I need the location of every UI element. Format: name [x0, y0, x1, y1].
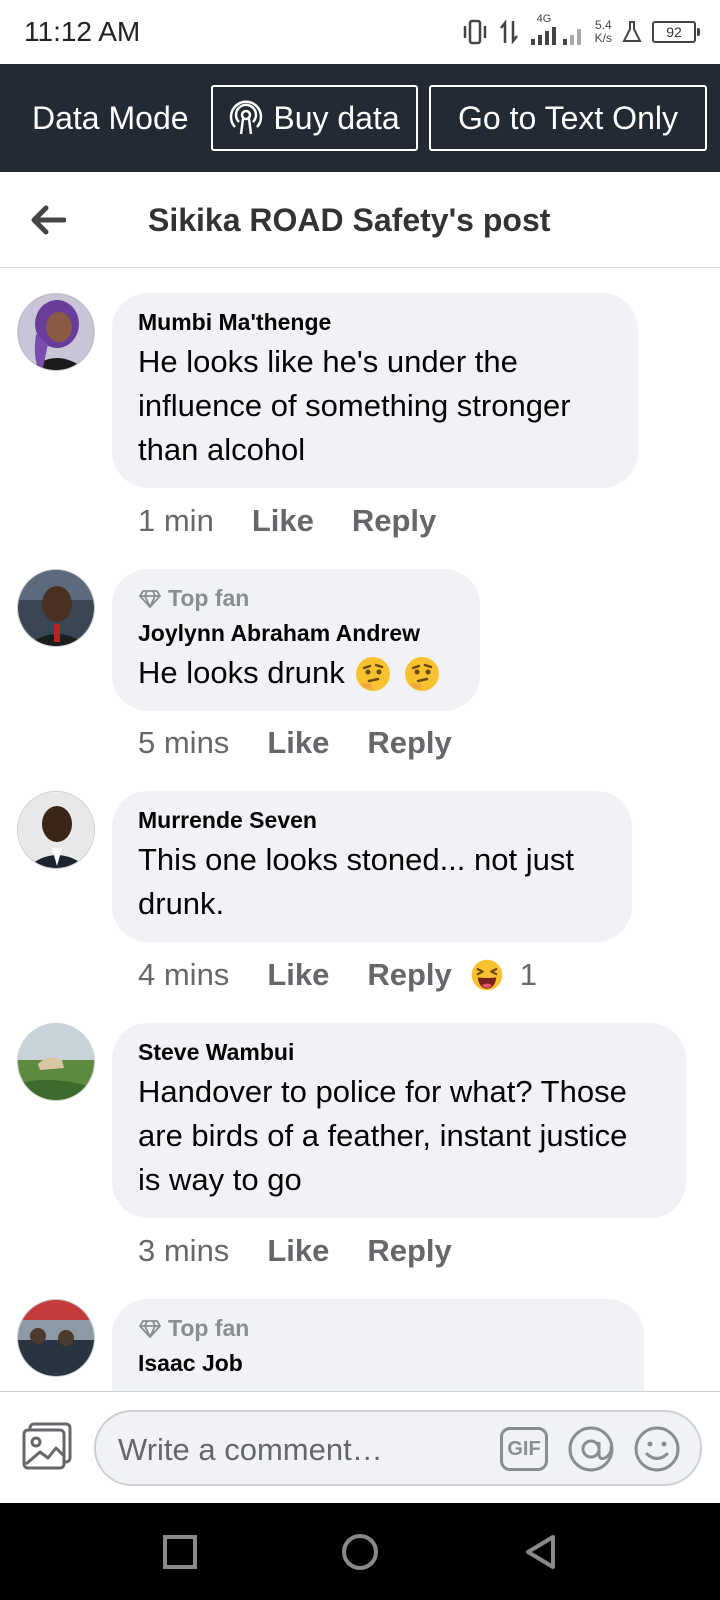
like-button[interactable]: Like — [252, 503, 314, 539]
reply-button[interactable]: Reply — [352, 503, 436, 539]
like-button[interactable]: Like — [267, 957, 329, 993]
comment-author[interactable]: Isaac Job — [138, 1350, 616, 1377]
post-header: Sikika ROAD Safety's post — [0, 172, 720, 268]
thinking-face-icon — [405, 656, 440, 691]
comment-actions: 4 mins Like Reply 1 — [138, 957, 537, 993]
like-button[interactable]: Like — [267, 1233, 329, 1269]
net-speed: 5.4 K/s — [594, 18, 612, 45]
navigation-bar — [0, 1503, 720, 1600]
comment-time: 5 mins — [138, 725, 230, 760]
square-icon — [163, 1535, 197, 1569]
status-icons: 4G 5.4 K/s 92 — [461, 13, 700, 50]
battery-icon: 92 — [652, 21, 700, 43]
diamond-icon — [139, 589, 161, 608]
page-title: Sikika ROAD Safety's post — [148, 202, 551, 238]
comment-author[interactable]: Mumbi Ma'thenge — [138, 309, 610, 336]
comment-actions: 5 mins Like Reply — [138, 725, 452, 761]
top-fan-badge: Top fan — [138, 1315, 616, 1342]
comment-text: Handover to police for what? Those are b… — [138, 1074, 628, 1197]
vibrate-icon — [463, 19, 486, 45]
flask-icon — [622, 21, 642, 42]
data-mode-bar: Data Mode Buy data Go to Text Only — [0, 64, 720, 172]
avatar[interactable] — [17, 1299, 95, 1377]
buy-data-button[interactable]: Buy data — [211, 85, 418, 151]
go-to-text-only-button[interactable]: Go to Text Only — [429, 85, 707, 151]
comment-composer: Write a comment… GIF — [0, 1391, 720, 1503]
comment-author[interactable]: Joylynn Abraham Andrew — [138, 620, 452, 647]
diamond-icon — [139, 1319, 161, 1338]
signal-icon: 4G — [529, 13, 585, 47]
laughing-face-icon — [471, 959, 503, 991]
comment-input[interactable]: Write a comment… GIF — [94, 1410, 702, 1486]
gif-button[interactable]: GIF — [500, 1427, 548, 1471]
buy-data-label: Buy data — [273, 99, 400, 136]
comment-author[interactable]: Steve Wambui — [138, 1039, 658, 1066]
avatar[interactable] — [17, 293, 95, 371]
comment-author[interactable]: Murrende Seven — [138, 807, 604, 834]
reply-button[interactable]: Reply — [367, 957, 451, 993]
reaction-count: 1 — [519, 957, 538, 992]
like-button[interactable]: Like — [267, 725, 329, 761]
comment-time: 1 min — [138, 503, 214, 538]
mention-icon[interactable] — [566, 1424, 616, 1474]
top-fan-badge: Top fan — [138, 585, 452, 612]
comment-actions: 3 mins Like Reply — [138, 1233, 452, 1269]
data-transfer-icon — [499, 19, 518, 45]
comment-time: 3 mins — [138, 1233, 230, 1268]
circle-icon — [342, 1534, 378, 1570]
comment-bubble[interactable]: Murrende Seven This one looks stoned... … — [112, 791, 632, 942]
comment-text: This one looks stoned... not just drunk. — [138, 842, 574, 921]
back-button[interactable] — [24, 196, 72, 244]
comment-input-placeholder: Write a comment… — [118, 1432, 383, 1467]
thinking-face-icon — [356, 656, 391, 691]
back-arrow-icon — [31, 205, 66, 235]
text-only-label: Go to Text Only — [458, 99, 678, 136]
comment-bubble[interactable]: Mumbi Ma'thenge He looks like he's under… — [112, 293, 638, 488]
back-nav-button[interactable] — [515, 1527, 565, 1577]
reply-button[interactable]: Reply — [367, 725, 451, 761]
comment-bubble[interactable]: Top fan Joylynn Abraham Andrew He looks … — [112, 569, 480, 711]
comments-list[interactable]: Mumbi Ma'thenge He looks like he's under… — [0, 269, 720, 1391]
emoji-icon[interactable] — [632, 1424, 682, 1474]
comment-bubble[interactable]: Steve Wambui Handover to police for what… — [112, 1023, 686, 1218]
status-time: 11:12 AM — [24, 16, 141, 47]
data-mode-label: Data Mode — [32, 100, 189, 136]
comment-text: He looks drunk — [138, 651, 452, 695]
photo-icon[interactable] — [20, 1420, 74, 1472]
broadcast-icon — [230, 100, 263, 135]
avatar[interactable] — [17, 1023, 95, 1101]
recent-apps-button[interactable] — [155, 1527, 205, 1577]
comment-time: 4 mins — [138, 957, 230, 992]
comment-actions: 1 min Like Reply — [138, 503, 436, 539]
comment-text: He looks like he's under the influence o… — [138, 344, 571, 467]
reaction-summary[interactable]: 1 — [470, 957, 537, 993]
reply-button[interactable]: Reply — [367, 1233, 451, 1269]
avatar[interactable] — [17, 569, 95, 647]
comment-bubble[interactable]: Top fan Isaac Job — [112, 1299, 644, 1391]
home-button[interactable] — [335, 1527, 385, 1577]
triangle-back-icon — [526, 1535, 555, 1569]
status-bar: 11:12 AM 4G 5.4 K/s 92 — [0, 0, 720, 64]
avatar[interactable] — [17, 791, 95, 869]
